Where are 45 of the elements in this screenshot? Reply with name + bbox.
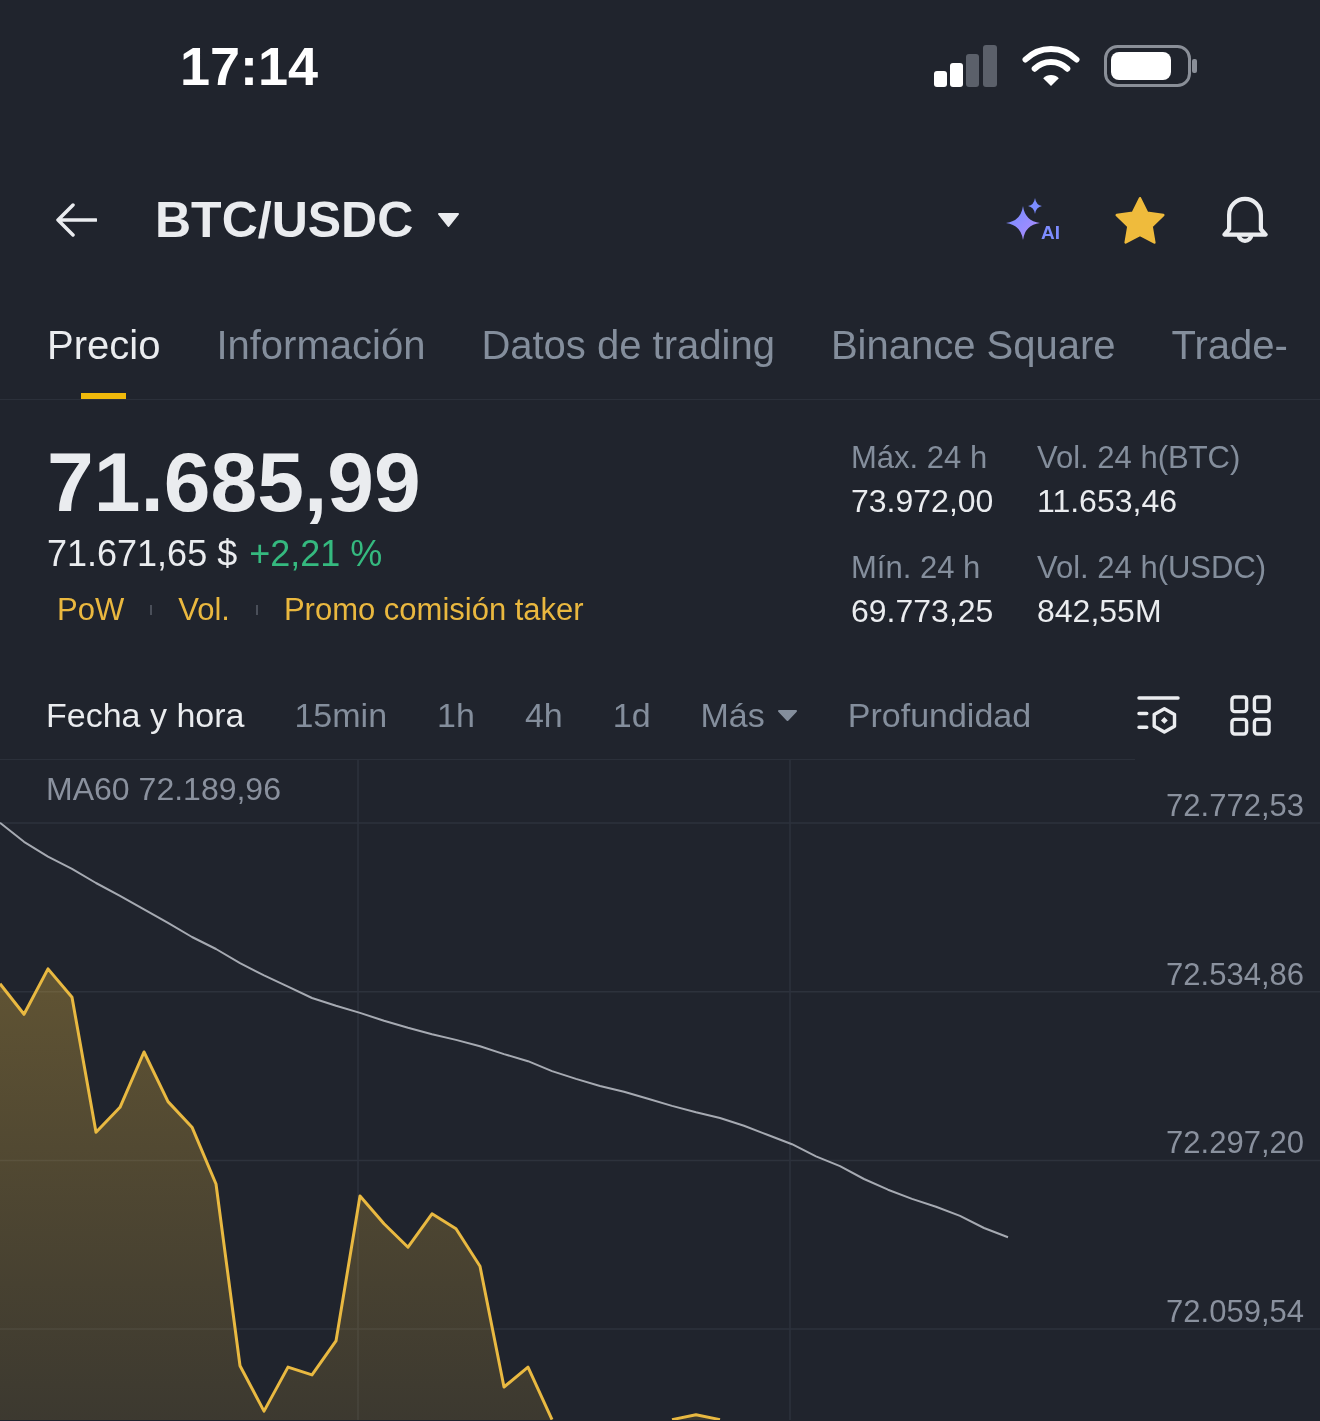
price-axis-label: 72.059,54 [1166,1294,1304,1330]
tab[interactable]: Información [216,321,426,399]
stat-label: Mín. 24 h [851,549,981,587]
price-axis-label: 72.534,86 [1166,956,1304,992]
signal-icon [934,45,998,87]
tag-link[interactable]: Vol. [178,590,230,630]
tab[interactable]: Datos de trading [481,321,775,399]
stat-label: Vol. 24 h(USDC) [1037,549,1267,587]
tag-link[interactable]: Promo comisión taker [283,590,584,630]
interval-tab[interactable]: Fecha y hora [46,693,245,737]
price-axis-label: 72.297,20 [1166,1125,1304,1161]
grid-icon[interactable] [1230,694,1271,736]
stat-value: 11.653,46 [1037,482,1177,521]
price-change: +2,21 % [249,532,383,576]
stat-value: 69.773,25 [851,592,994,631]
pair-selector[interactable]: BTC/USDC [155,195,461,245]
status-time: 17:14 [180,39,319,93]
back-arrow-icon[interactable] [55,203,97,237]
star-icon[interactable] [1115,196,1165,244]
stat-value: 73.972,00 [851,482,994,521]
battery-icon [1104,45,1198,87]
legend-value: 72.189,96 [138,770,281,809]
wifi-icon [1022,45,1080,87]
tab[interactable]: Precio [47,321,161,399]
tab[interactable]: Trade- [1171,321,1288,399]
caret-icon [437,212,461,228]
interval-dropdown[interactable]: Más [700,693,798,737]
caret-icon [776,708,798,722]
interval-tab[interactable]: 4h [524,693,563,737]
interval-tab[interactable]: Profundidad [847,693,1032,737]
legend-name: MA60 [46,770,130,809]
stat-value: 842,55M [1037,592,1162,631]
fiat-price: 71.671,65 $ [47,532,238,576]
tab[interactable]: Binance Square [830,321,1116,399]
ai-assistant-button[interactable]: AI [1006,196,1060,244]
interval-tab[interactable]: 15min [294,693,388,737]
interval-tab[interactable]: 1h [437,693,475,737]
last-price: 71.685,99 [47,440,421,524]
hexagon-lines-icon[interactable] [1137,694,1180,736]
bell-icon[interactable] [1222,195,1268,245]
tag-link[interactable]: PoW [57,590,125,630]
stat-label: Vol. 24 h(BTC) [1037,439,1241,477]
price-axis-label: 72.772,53 [1166,788,1304,823]
interval-tab[interactable]: 1d [612,693,651,737]
stat-label: Máx. 24 h [851,439,988,477]
